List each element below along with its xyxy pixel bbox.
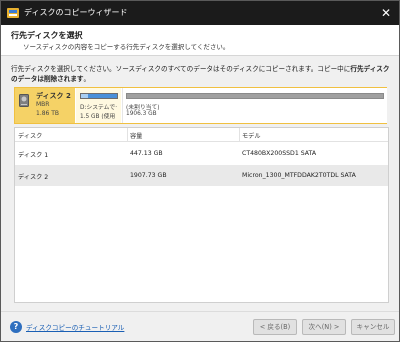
hard-disk-icon	[19, 94, 29, 107]
cell-capacity: 447.13 GB	[130, 150, 163, 157]
disk-table: ディスク 容量 モデル ディスク 1 447.13 GB CT480BX200S…	[14, 127, 389, 303]
partition-label: D:システムで·	[80, 105, 118, 111]
selected-disk-map[interactable]: ディスク 2 MBR 1.86 TB D:システムで· 1.5 GB (使用 (…	[14, 87, 387, 124]
wizard-footer: ? ディスクコピーのチュートリアル < 戻る(B) 次へ(N) > キャンセル	[1, 311, 399, 341]
partition-usage-bar	[80, 93, 118, 99]
wizard-header: 行先ディスクを選択 ソースディスクの内容をコピーする行先ディスクを選択してくださ…	[1, 25, 399, 55]
column-divider[interactable]	[127, 128, 128, 142]
column-divider[interactable]	[239, 128, 240, 142]
instruction-text: 行先ディスクを選択してください。ソースディスクのすべてのデータはそのディスクにコ…	[11, 65, 390, 83]
partition-usage-bar	[126, 93, 384, 99]
partition-size: 1906.3 GB	[126, 111, 157, 117]
table-header: ディスク 容量 モデル	[15, 128, 388, 142]
disk-partition-style: MBR	[36, 101, 50, 108]
app-icon	[7, 8, 19, 18]
back-button[interactable]: < 戻る(B)	[253, 319, 297, 335]
partition-size: 1.5 GB (使用	[80, 114, 116, 120]
tutorial-link[interactable]: ディスクコピーのチュートリアル	[26, 322, 124, 332]
table-row[interactable]: ディスク 2 1907.73 GB Micron_1300_MTFDDAK2T0…	[15, 165, 388, 186]
page-title: 行先ディスクを選択	[11, 31, 83, 40]
column-header-disk[interactable]: ディスク	[18, 131, 42, 140]
disk-name: ディスク 2	[36, 92, 71, 100]
partition-unallocated[interactable]: (未割り当て) 1906.3 GB	[122, 88, 387, 123]
partition-label: (未割り当て)	[126, 105, 160, 111]
cell-disk: ディスク 2	[18, 174, 49, 181]
page-subtitle: ソースディスクの内容をコピーする行先ディスクを選択してください。	[23, 43, 230, 51]
help-icon[interactable]: ?	[10, 321, 22, 333]
cell-capacity: 1907.73 GB	[130, 172, 167, 179]
cell-model: Micron_1300_MTFDDAK2T0TDL SATA	[242, 172, 356, 179]
wizard-content: 行先ディスクを選択してください。ソースディスクのすべてのデータはそのディスクにコ…	[1, 56, 399, 311]
cell-disk: ディスク 1	[18, 152, 49, 159]
partition-system[interactable]: D:システムで· 1.5 GB (使用	[76, 88, 121, 123]
next-button[interactable]: 次へ(N) >	[302, 319, 346, 335]
title-bar: ディスクのコピーウィザード ✕	[1, 1, 399, 25]
column-header-capacity[interactable]: 容量	[130, 131, 142, 140]
disk-tile[interactable]: ディスク 2 MBR 1.86 TB	[15, 88, 75, 123]
close-button[interactable]: ✕	[377, 4, 395, 22]
cancel-button[interactable]: キャンセル	[351, 319, 395, 335]
column-header-model[interactable]: モデル	[242, 131, 261, 140]
disk-copy-wizard-window: ディスクのコピーウィザード ✕ 行先ディスクを選択 ソースディスクの内容をコピー…	[0, 0, 400, 342]
table-row[interactable]: ディスク 1 447.13 GB CT480BX200SSD1 SATA	[15, 143, 388, 164]
disk-size: 1.86 TB	[36, 110, 60, 117]
cell-model: CT480BX200SSD1 SATA	[242, 150, 317, 157]
window-title: ディスクのコピーウィザード	[24, 8, 128, 17]
